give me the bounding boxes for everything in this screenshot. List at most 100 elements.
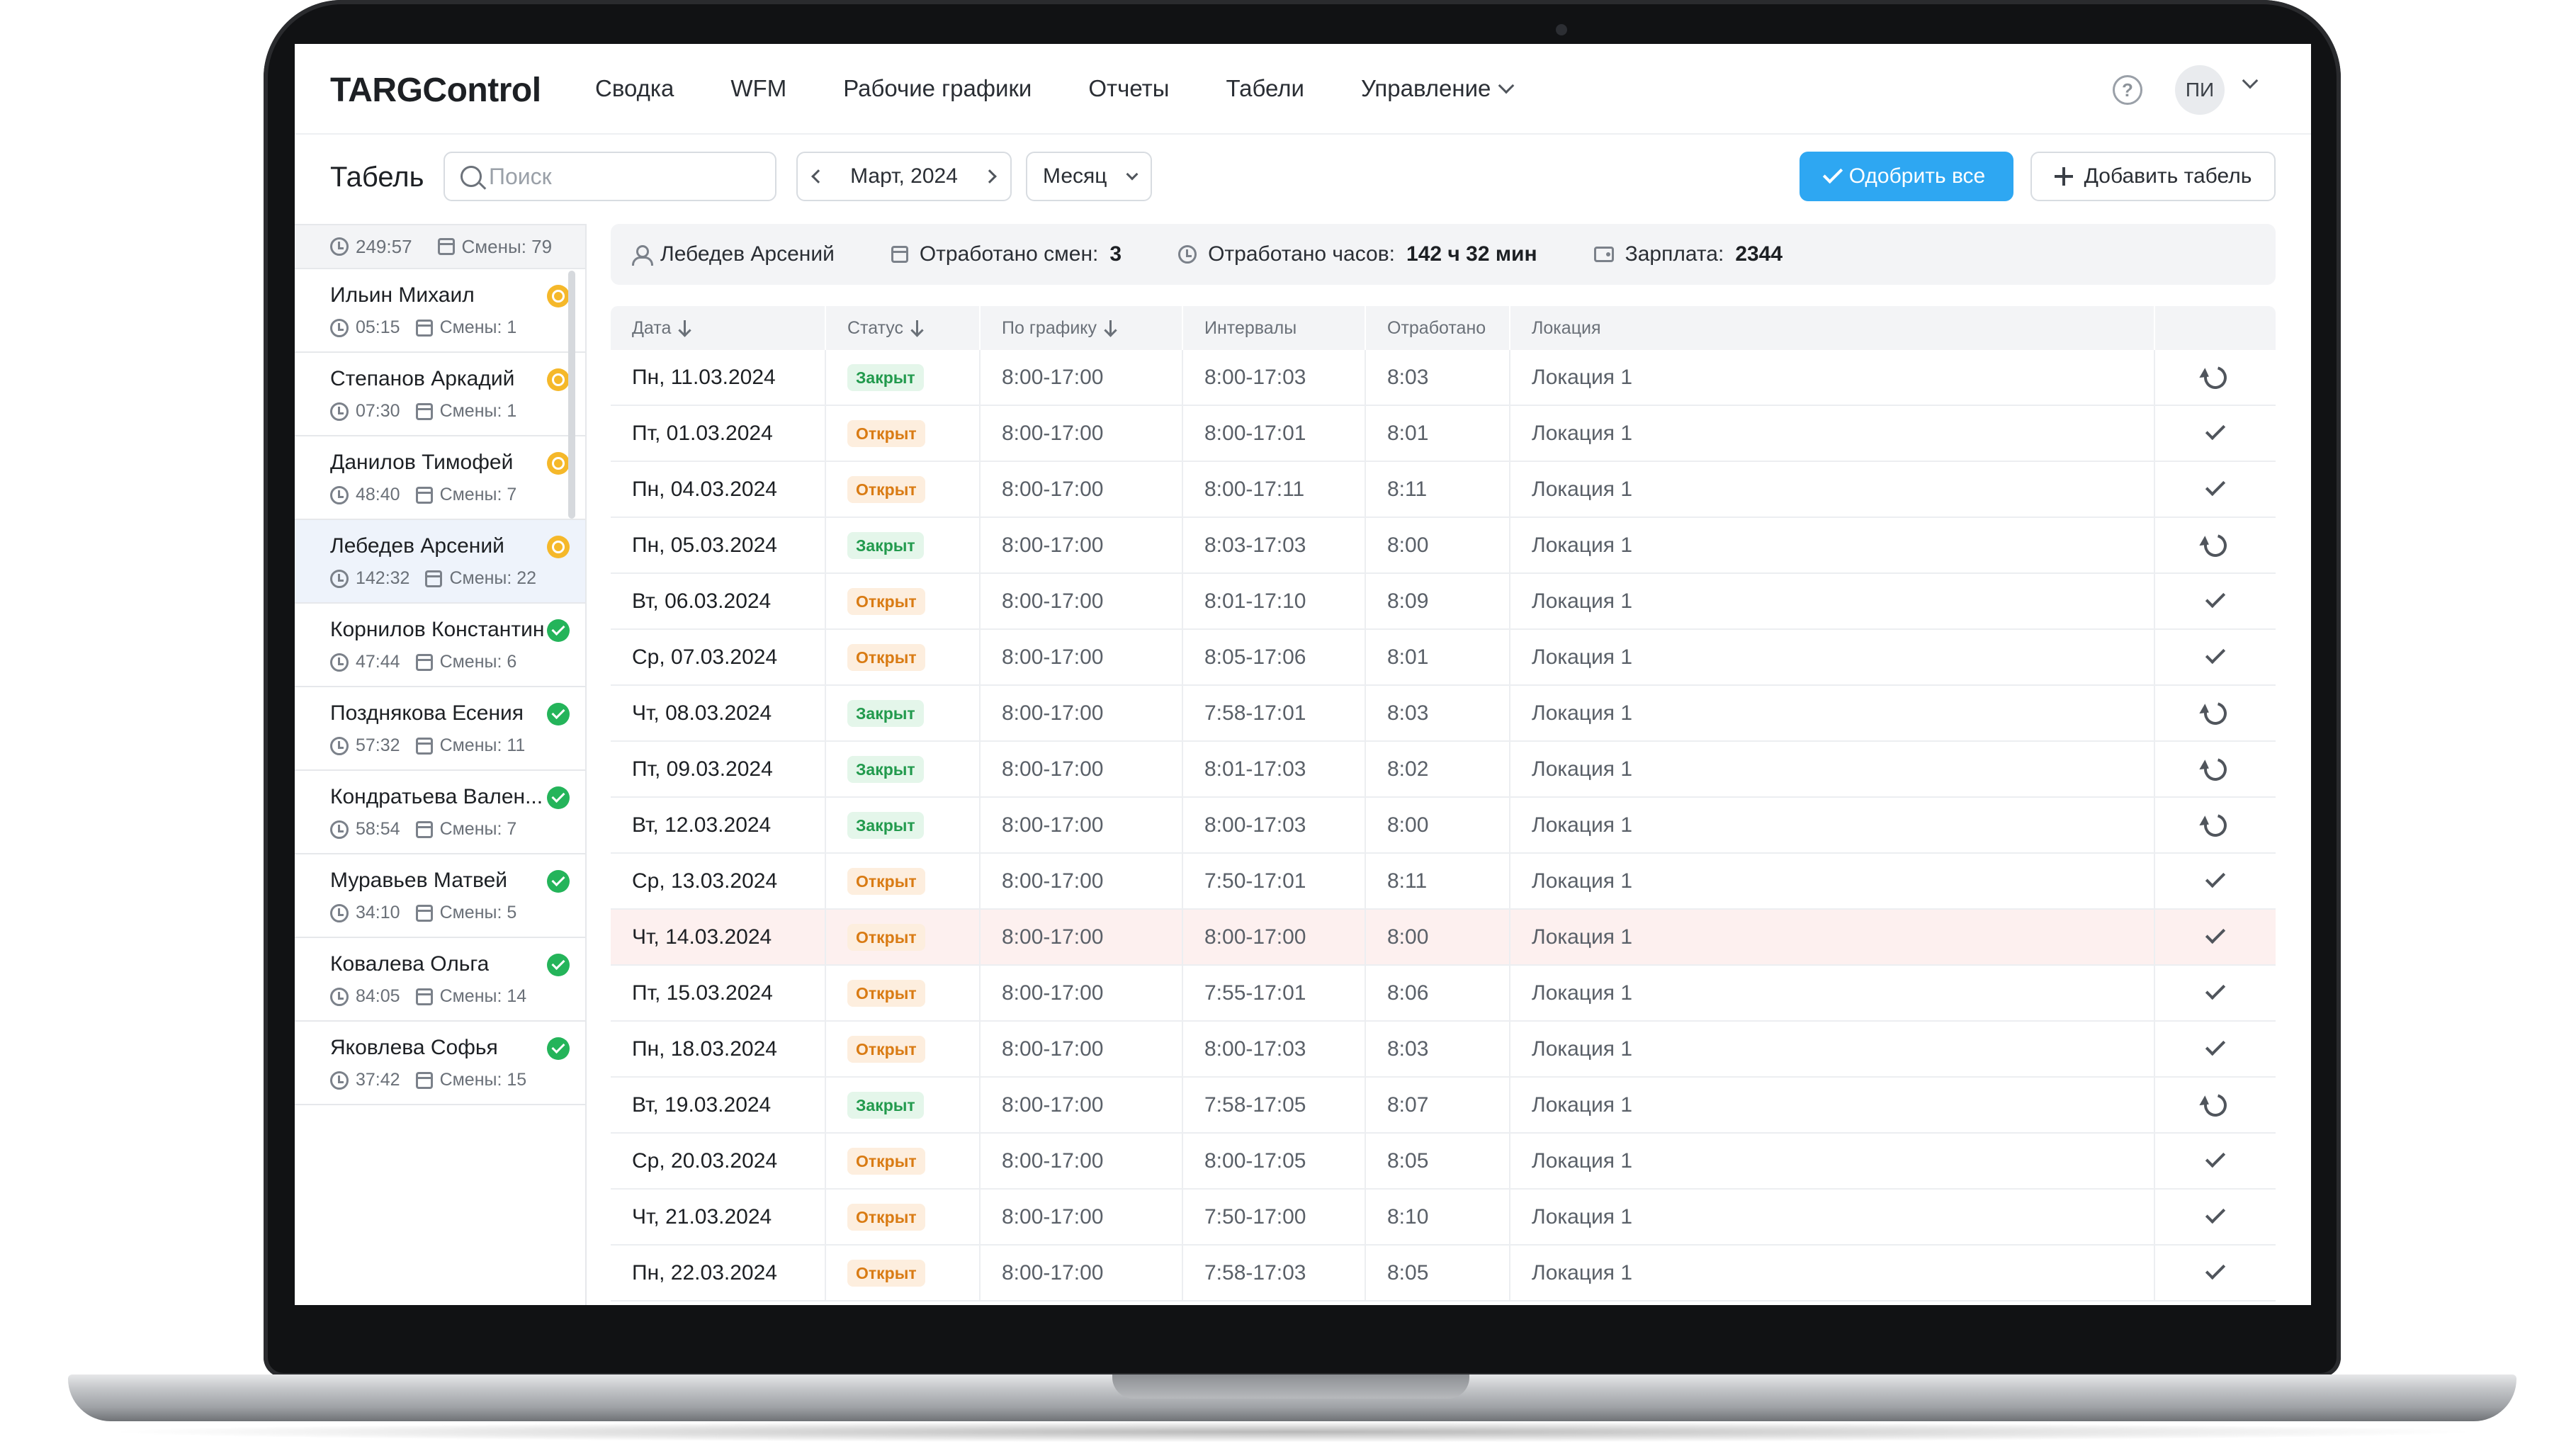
employee-item[interactable]: Яковлева Софья 37:42 Смены: 15 <box>295 1022 585 1105</box>
employee-item[interactable]: Лебедев Арсений 142:32 Смены: 22 <box>295 520 585 604</box>
cell-status: Открыт <box>826 966 981 1020</box>
employee-hours: 47:44 <box>330 652 400 672</box>
undo-icon[interactable] <box>2200 361 2231 393</box>
undo-icon[interactable] <box>2200 809 2231 841</box>
undo-icon[interactable] <box>2200 1089 2231 1121</box>
add-timesheet-button[interactable]: Добавить табель <box>2030 152 2276 201</box>
nav-item-timesheets[interactable]: Табели <box>1226 75 1304 102</box>
cell-status: Открыт <box>826 854 981 908</box>
cell-schedule: 8:00-17:00 <box>981 1246 1183 1300</box>
cell-location: Локация 1 <box>1510 686 2155 740</box>
employee-item[interactable]: Кондратьева Вален... 58:54 Смены: 7 <box>295 771 585 854</box>
check-icon[interactable] <box>2205 1147 2226 1168</box>
employee-item[interactable]: Позднякова Есения 57:32 Смены: 11 <box>295 687 585 771</box>
employee-list: 249:57 Смены: 79 Ильин Михаил 05:15 Смены:… <box>295 224 587 1305</box>
check-icon[interactable] <box>2205 643 2226 664</box>
employee-name: Корнилов Константин <box>330 618 545 641</box>
employee-item[interactable]: Муравьев Матвей 34:10 Смены: 5 <box>295 854 585 938</box>
approve-all-button[interactable]: Одобрить все <box>1800 152 2013 201</box>
plus-icon <box>2054 167 2073 186</box>
table-row[interactable]: Вт, 12.03.2024 Закрыт 8:00-17:00 8:00-17:03… <box>611 798 2276 854</box>
check-icon[interactable] <box>2205 475 2226 496</box>
undo-icon[interactable] <box>2200 529 2231 561</box>
undo-icon[interactable] <box>2200 753 2231 785</box>
table-row[interactable]: Пн, 22.03.2024 Открыт 8:00-17:00 7:58-17:03… <box>611 1246 2276 1302</box>
employee-hours-value: 47:44 <box>356 652 400 672</box>
nav-item-schedules[interactable]: Рабочие графики <box>843 75 1032 102</box>
info-hours-label: Отработано часов: <box>1208 242 1396 266</box>
table-row[interactable]: Чт, 21.03.2024 Открыт 8:00-17:00 7:50-17:00… <box>611 1190 2276 1246</box>
check-icon[interactable] <box>2205 1203 2226 1224</box>
nav-item-svodka[interactable]: Сводка <box>595 75 674 102</box>
approved-icon <box>547 786 570 809</box>
check-icon[interactable] <box>2205 923 2226 944</box>
help-icon[interactable]: ? <box>2113 75 2142 105</box>
cell-status: Закрыт <box>826 350 981 405</box>
cell-status: Открыт <box>826 1022 981 1076</box>
employee-shifts-value: Смены: 15 <box>439 1070 527 1090</box>
scrollbar[interactable] <box>568 271 575 519</box>
column-schedule[interactable]: По графику <box>981 306 1183 350</box>
check-icon[interactable] <box>2205 867 2226 888</box>
column-status[interactable]: Статус <box>826 306 981 350</box>
table-row[interactable]: Пт, 09.03.2024 Закрыт 8:00-17:00 8:01-17:03… <box>611 742 2276 798</box>
employee-item[interactable]: Корнилов Константин 47:44 Смены: 6 <box>295 604 585 687</box>
search-input[interactable]: Поиск <box>444 152 776 201</box>
table-row[interactable]: Пн, 05.03.2024 Закрыт 8:00-17:00 8:03-17:03… <box>611 518 2276 574</box>
table-row[interactable]: Пт, 01.03.2024 Открыт 8:00-17:00 8:00-17:01… <box>611 406 2276 462</box>
employee-name: Яковлева Софья <box>330 1036 498 1059</box>
cell-worked: 8:03 <box>1366 1022 1510 1076</box>
table-row[interactable]: Ср, 07.03.2024 Открыт 8:00-17:00 8:05-17:06… <box>611 630 2276 686</box>
cell-action <box>2155 742 2276 796</box>
table-row[interactable]: Вт, 19.03.2024 Закрыт 8:00-17:00 7:58-17:05… <box>611 1078 2276 1134</box>
employee-item[interactable]: Данилов Тимофей 48:40 Смены: 7 <box>295 436 585 520</box>
cell-schedule: 8:00-17:00 <box>981 910 1183 964</box>
table-row[interactable]: Пт, 15.03.2024 Открыт 8:00-17:00 7:55-17:01… <box>611 966 2276 1022</box>
cell-location: Локация 1 <box>1510 406 2155 461</box>
chevron-right-icon[interactable] <box>983 169 997 184</box>
user-avatar[interactable]: ПИ <box>2175 65 2225 115</box>
undo-icon[interactable] <box>2200 697 2231 729</box>
cell-date: Пн, 11.03.2024 <box>611 350 826 405</box>
employee-item[interactable]: Ковалева Ольга 84:05 Смены: 14 <box>295 938 585 1022</box>
search-icon <box>461 166 482 187</box>
table-row[interactable]: Пн, 11.03.2024 Закрыт 8:00-17:00 8:00-17:03… <box>611 350 2276 406</box>
chevron-down-icon[interactable] <box>2242 72 2259 89</box>
check-icon[interactable] <box>2205 979 2226 1000</box>
employee-meta: 47:44 Смены: 6 <box>330 652 516 672</box>
chevron-left-icon[interactable] <box>811 169 825 184</box>
table-row[interactable]: Пн, 04.03.2024 Открыт 8:00-17:00 8:00-17:11… <box>611 462 2276 518</box>
status-badge: Закрыт <box>847 699 924 727</box>
employee-item[interactable]: Степанов Аркадий 07:30 Смены: 1 <box>295 353 585 436</box>
app-logo[interactable]: TARGControl <box>330 71 541 110</box>
cell-worked: 8:11 <box>1366 854 1510 908</box>
employee-shifts-value: Смены: 11 <box>439 735 526 755</box>
employee-item[interactable]: Ильин Михаил 05:15 Смены: 1 <box>295 269 585 353</box>
cell-intervals: 8:00-17:05 <box>1183 1134 1366 1188</box>
period-select[interactable]: Месяц <box>1026 152 1152 201</box>
status-badge: Открыт <box>847 1147 925 1175</box>
cell-date: Вт, 12.03.2024 <box>611 798 826 852</box>
cell-schedule: 8:00-17:00 <box>981 1190 1183 1244</box>
cell-worked: 8:03 <box>1366 350 1510 405</box>
nav-item-wfm[interactable]: WFM <box>730 75 786 102</box>
nav-item-reports[interactable]: Отчеты <box>1088 75 1169 102</box>
check-icon[interactable] <box>2205 419 2226 440</box>
info-shifts-label: Отработано смен: <box>919 242 1099 266</box>
table-row[interactable]: Ср, 13.03.2024 Открыт 8:00-17:00 7:50-17:01… <box>611 854 2276 910</box>
table-row[interactable]: Чт, 08.03.2024 Закрыт 8:00-17:00 7:58-17:01… <box>611 686 2276 742</box>
table-row[interactable]: Пн, 18.03.2024 Открыт 8:00-17:00 8:00-17:03… <box>611 1022 2276 1078</box>
cell-location: Локация 1 <box>1510 854 2155 908</box>
cell-worked: 8:02 <box>1366 742 1510 796</box>
check-icon[interactable] <box>2205 1259 2226 1280</box>
table-row[interactable]: Чт, 14.03.2024 Открыт 8:00-17:00 8:00-17:00… <box>611 910 2276 966</box>
table-row[interactable]: Ср, 20.03.2024 Открыт 8:00-17:00 8:00-17:05… <box>611 1134 2276 1190</box>
top-nav: TARGControl Сводка WFM Рабочие графики О… <box>295 44 2311 135</box>
nav-item-management[interactable]: Управление <box>1361 75 1515 102</box>
check-icon[interactable] <box>2205 587 2226 608</box>
check-icon[interactable] <box>2205 1035 2226 1056</box>
employee-hours-value: 84:05 <box>356 986 400 1006</box>
info-hours: Отработано часов: 142 ч 32 мин <box>1178 242 1537 266</box>
column-date[interactable]: Дата <box>611 306 826 350</box>
table-row[interactable]: Вт, 06.03.2024 Открыт 8:00-17:00 8:01-17:10… <box>611 574 2276 630</box>
